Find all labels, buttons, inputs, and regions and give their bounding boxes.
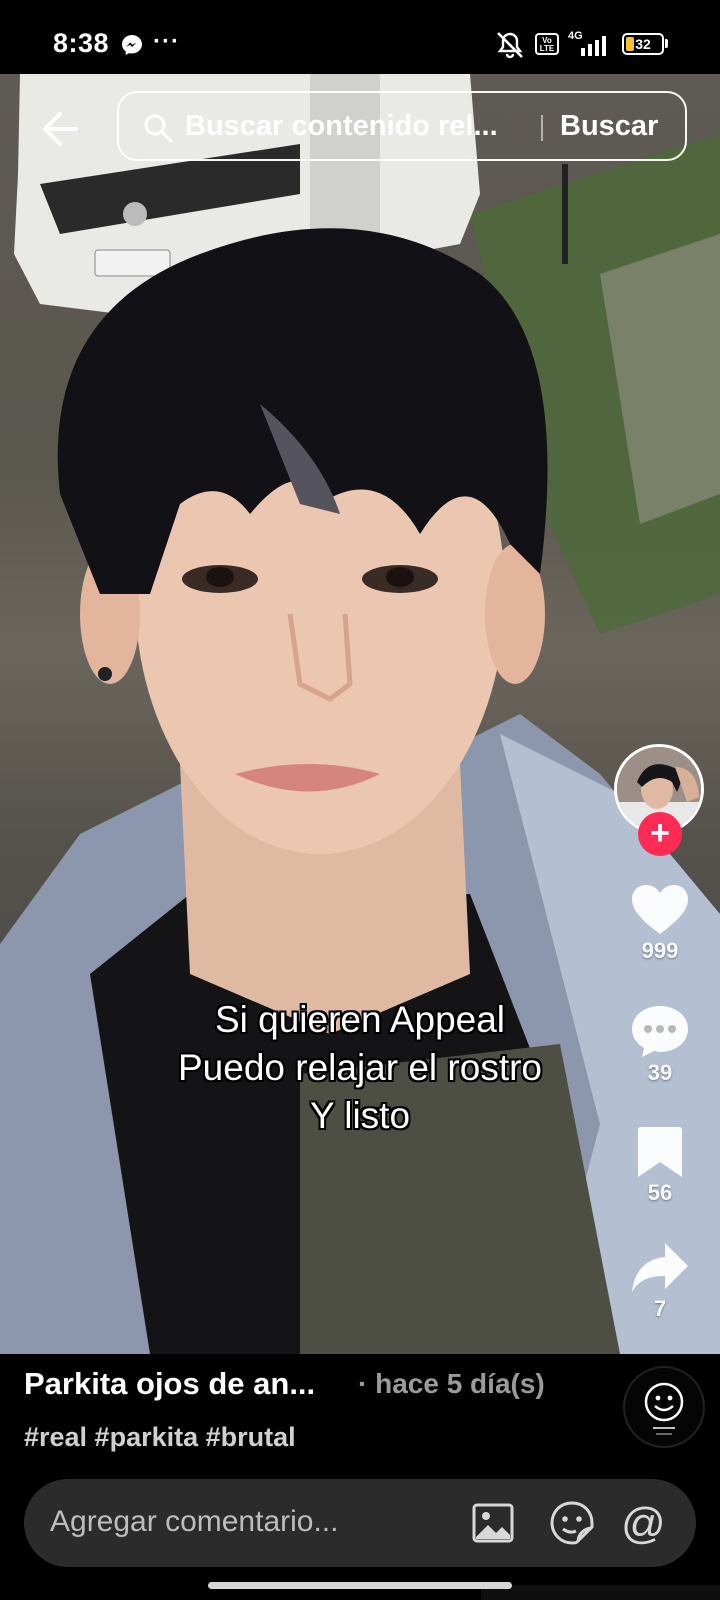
like-count: 999	[641, 938, 679, 963]
share-button[interactable]: 7	[620, 1242, 700, 1322]
video-title[interactable]: Parkita ojos de an...	[24, 1366, 315, 1402]
post-time: · hace 5 día(s)	[358, 1368, 545, 1399]
search-button[interactable]: Buscar	[560, 110, 658, 143]
image-icon[interactable]	[472, 1503, 514, 1543]
caption-line: Si quieren Appeal	[214, 999, 506, 1040]
caption-line: Y listo	[309, 1095, 411, 1136]
status-bar: 8:38 ··· Vo LTE 4G 32	[0, 0, 720, 74]
comment-placeholder[interactable]: Agregar comentario...	[50, 1505, 338, 1539]
video-caption: Si quieren Appeal Puedo relajar el rostr…	[0, 996, 720, 1140]
search-icon	[144, 114, 173, 143]
volte-icon: Vo LTE	[535, 33, 559, 55]
sticker-icon[interactable]	[550, 1501, 594, 1545]
comment-count: 39	[647, 1060, 673, 1085]
smiley-logo-icon	[644, 1382, 684, 1435]
battery-tip	[665, 39, 668, 48]
follow-button[interactable]: +	[638, 812, 682, 856]
hashtags[interactable]: #real #parkita #brutal	[24, 1422, 296, 1453]
save-count: 56	[647, 1180, 673, 1205]
search-input[interactable]: Buscar contenido rel... Buscar	[117, 91, 687, 161]
messenger-icon	[122, 35, 142, 55]
heart-icon	[632, 885, 688, 934]
video-description: Parkita ojos de an... · hace 5 día(s) #r…	[0, 1354, 720, 1470]
more-notifications-icon: ···	[153, 28, 180, 55]
share-arrow-icon	[632, 1243, 688, 1292]
mute-icon	[497, 32, 523, 59]
comment-input[interactable]: Agregar comentario... @	[24, 1479, 696, 1567]
home-indicator[interactable]	[208, 1582, 512, 1589]
share-count: 7	[653, 1296, 667, 1321]
comment-button[interactable]: 39	[620, 1004, 700, 1086]
video-player[interactable]	[0, 74, 720, 1354]
bookmark-icon	[638, 1127, 682, 1177]
mention-icon[interactable]: @	[621, 1499, 666, 1549]
like-button[interactable]: 999	[620, 884, 700, 964]
save-button[interactable]: 56	[620, 1126, 700, 1206]
comment-bubble-icon	[632, 1006, 688, 1057]
caption-line: Puedo relajar el rostro	[177, 1047, 543, 1088]
sound-disc[interactable]	[623, 1366, 705, 1448]
search-query-text[interactable]: Buscar contenido rel...	[185, 110, 498, 143]
battery-icon: 32	[622, 33, 664, 55]
status-time: 8:38	[53, 28, 110, 58]
plus-icon: +	[650, 814, 670, 852]
back-arrow-icon[interactable]	[36, 104, 86, 154]
video-frame	[0, 74, 720, 1354]
signal-icon	[581, 36, 606, 56]
search-divider	[541, 115, 543, 141]
nav-bar-background	[481, 1585, 720, 1600]
battery-level: 32	[635, 36, 651, 52]
